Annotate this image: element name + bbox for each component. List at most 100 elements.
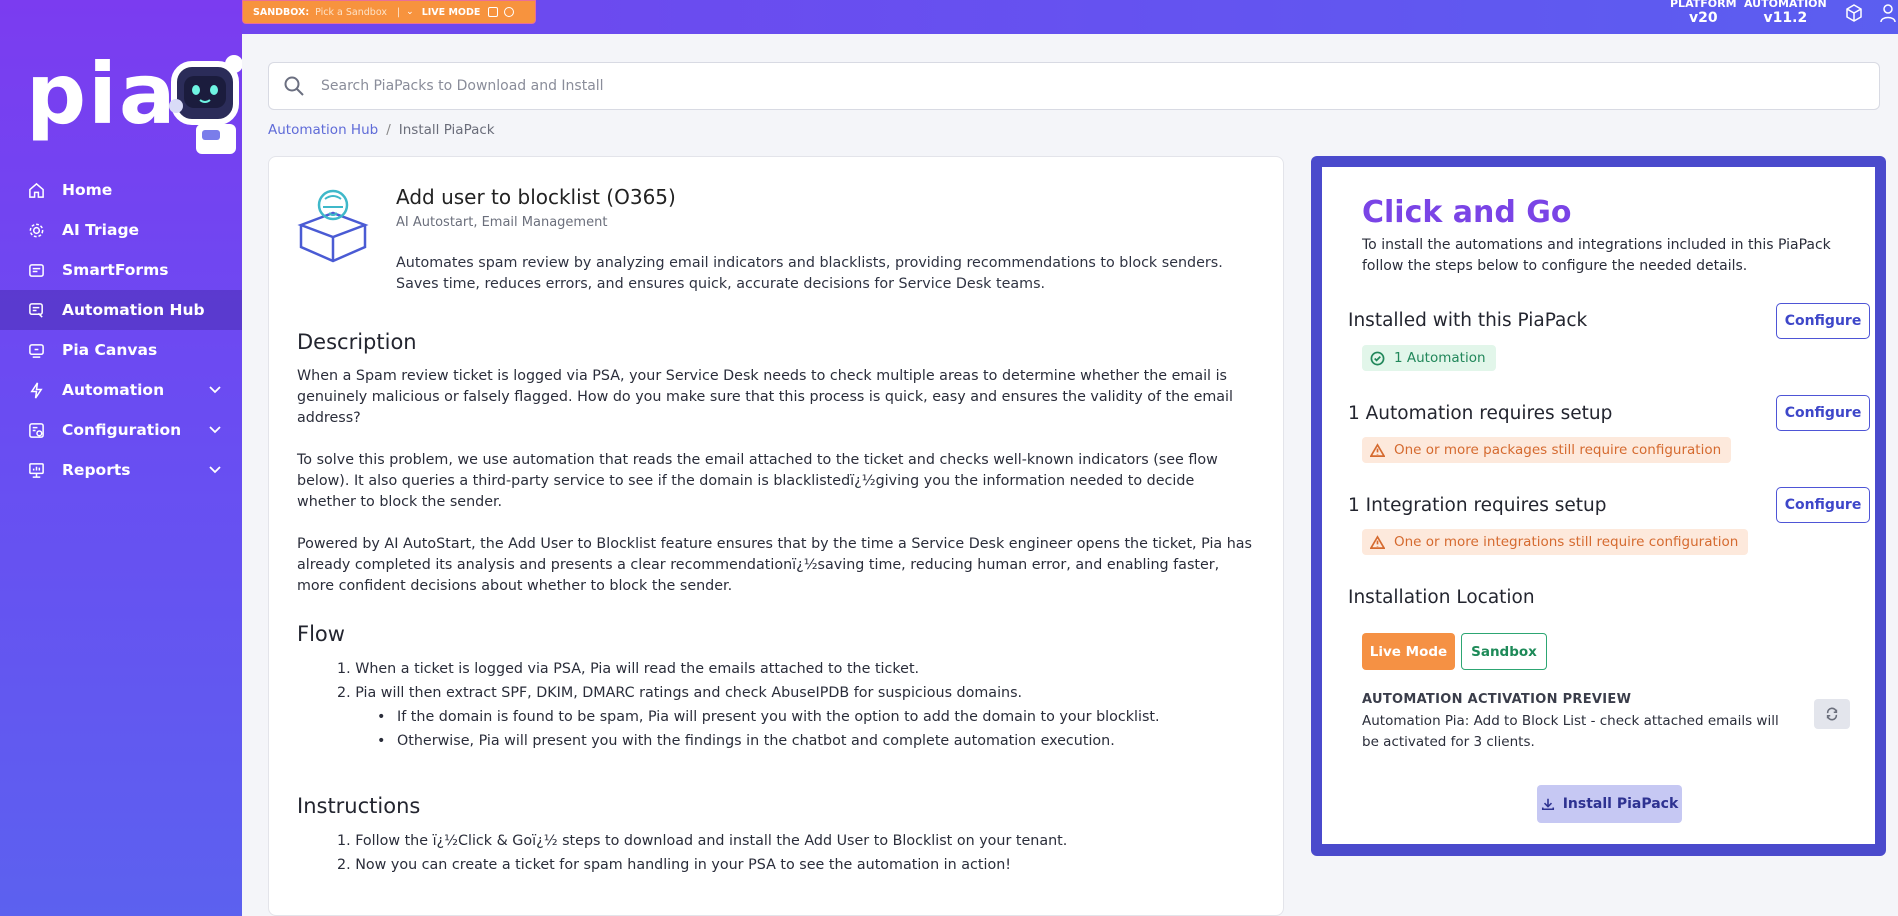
list-item: • Otherwise, Pia will present you with th…: [377, 733, 1115, 749]
chevron-down-icon[interactable]: [208, 422, 222, 436]
sidebar-item-smartforms[interactable]: SmartForms: [0, 250, 242, 290]
instruction-step: Follow the ï¿½Click & Goï¿½ steps to dow…: [355, 833, 1068, 849]
flow-step: When a ticket is logged via PSA, Pia wil…: [355, 661, 920, 677]
chevron-down-icon[interactable]: [208, 382, 222, 396]
list-item: 1. Follow the ï¿½Click & Goï¿½ steps to …: [337, 833, 1068, 849]
live-mode-label[interactable]: LIVE MODE: [422, 7, 481, 18]
chevron-down-icon[interactable]: ⌄: [406, 7, 414, 17]
instructions-list: 1. Follow the ï¿½Click & Goï¿½ steps to …: [337, 829, 1067, 877]
sidebar-item-home[interactable]: Home: [0, 170, 242, 210]
sidebar-item-label: AI Triage: [62, 221, 140, 239]
installation-location-heading: Installation Location: [1348, 587, 1535, 608]
pack-tags: AI Autostart, Email Management: [396, 215, 608, 230]
sidebar-item-reports[interactable]: Reports: [0, 450, 242, 490]
sidebar-item-label: Automation Hub: [62, 301, 205, 319]
home-icon: [27, 181, 45, 199]
flow-substep: Otherwise, Pia will present you with the…: [397, 733, 1115, 749]
flow-step: Pia will then extract SPF, DKIM, DMARC r…: [355, 685, 1023, 701]
description-paragraph: Powered by AI AutoStart, the Add User to…: [297, 536, 1253, 594]
breadcrumb-current: Install PiaPack: [398, 122, 495, 138]
status-badge: 1 Automation: [1362, 345, 1496, 371]
configure-integration-button[interactable]: Configure: [1776, 487, 1870, 523]
sidebar-item-automation[interactable]: Automation: [0, 370, 242, 410]
platform-version-number: v20: [1688, 10, 1718, 27]
gear-icon: [27, 221, 45, 239]
install-piapack-button[interactable]: Install PiaPack: [1537, 785, 1682, 823]
instruction-step: Now you can create a ticket for spam han…: [355, 857, 1011, 873]
sidebar-item-pia-canvas[interactable]: Pia Canvas: [0, 330, 242, 370]
sidebar-nav: Home AI Triage SmartForms Automation Hub…: [0, 170, 242, 490]
sidebar-item-label: Reports: [62, 461, 131, 479]
settings-icon[interactable]: [504, 7, 515, 17]
config-icon: [27, 421, 45, 439]
sidebar-item-label: SmartForms: [62, 261, 169, 279]
click-and-go-content: Click and Go To install the automations …: [1322, 167, 1875, 844]
window-icon[interactable]: [488, 7, 499, 17]
brain-box-icon: [295, 185, 371, 265]
breadcrumb-automation-hub[interactable]: Automation Hub: [268, 122, 378, 138]
badge-text: One or more integrations still require c…: [1394, 534, 1739, 550]
report-icon: [27, 461, 45, 479]
flow-list: 1. When a ticket is logged via PSA, Pia …: [337, 657, 1160, 753]
configure-automation-button[interactable]: Configure: [1776, 395, 1870, 431]
search-bar[interactable]: [268, 62, 1880, 110]
install-label: Install PiaPack: [1562, 796, 1679, 812]
pack-title: Add user to blocklist (O365): [396, 185, 676, 209]
warning-badge: One or more integrations still require c…: [1362, 529, 1749, 555]
configure-installed-button[interactable]: Configure: [1776, 303, 1870, 339]
click-and-go-title: Click and Go: [1362, 195, 1572, 230]
list-item: 2. Pia will then extract SPF, DKIM, DMAR…: [337, 685, 1023, 701]
hub-icon: [27, 301, 45, 319]
refresh-icon: [1826, 707, 1838, 721]
sandbox-pick[interactable]: Pick a Sandbox: [315, 7, 387, 18]
pia-logo[interactable]: pia: [26, 52, 178, 136]
top-bar: SANDBOX: Pick a Sandbox | ⌄ LIVE MODE PL…: [242, 0, 1898, 34]
sidebar-item-label: Home: [62, 181, 113, 199]
form-icon: [27, 261, 45, 279]
bolt-icon: [27, 381, 45, 399]
list-item: • If the domain is found to be spam, Pia …: [377, 709, 1160, 725]
check-circle-icon: [1370, 351, 1385, 365]
list-item: 1. When a ticket is logged via PSA, Pia …: [337, 661, 920, 677]
automation-version: AUTOMATION v11.2: [1744, 0, 1827, 27]
download-icon: [1541, 798, 1554, 811]
flow-heading: Flow: [297, 622, 345, 646]
user-icon[interactable]: [1878, 3, 1898, 23]
breadcrumb: Automation Hub / Install PiaPack: [268, 122, 495, 138]
description-paragraph: When a Spam review ticket is logged via …: [297, 368, 1233, 426]
pack-details-card: Add user to blocklist (O365) AI Autostar…: [268, 156, 1284, 916]
warning-icon: [1370, 442, 1385, 457]
sidebar-item-label: Pia Canvas: [62, 341, 158, 359]
sidebar-item-configuration[interactable]: Configuration: [0, 410, 242, 450]
flow-substep: If the domain is found to be spam, Pia w…: [397, 709, 1160, 725]
search-input[interactable]: [321, 78, 1879, 94]
click-and-go-subtitle: To install the automations and integrati…: [1362, 237, 1831, 274]
sandbox-selector[interactable]: SANDBOX: Pick a Sandbox | ⌄ LIVE MODE: [242, 0, 536, 24]
integration-setup-heading: 1 Integration requires setup: [1348, 495, 1607, 516]
instructions-heading: Instructions: [297, 794, 421, 818]
sidebar-item-label: Configuration: [62, 421, 182, 439]
chevron-down-icon[interactable]: [208, 462, 222, 476]
search-icon: [283, 75, 305, 97]
sidebar-item-ai-triage[interactable]: AI Triage: [0, 210, 242, 250]
warning-icon: [1370, 534, 1385, 549]
installed-heading: Installed with this PiaPack: [1348, 310, 1588, 331]
automation-setup-heading: 1 Automation requires setup: [1348, 403, 1613, 424]
sidebar-item-label: Automation: [62, 381, 165, 399]
refresh-button[interactable]: [1814, 699, 1850, 729]
sidebar-item-automation-hub[interactable]: Automation Hub: [0, 290, 242, 330]
automation-version-number: v11.2: [1763, 10, 1808, 27]
badge-text: 1 Automation: [1394, 350, 1486, 366]
platform-label: PLATFORM: [1670, 0, 1737, 10]
description-paragraph: To solve this problem, we use automation…: [297, 452, 1218, 510]
preview-heading: AUTOMATION ACTIVATION PREVIEW: [1362, 692, 1632, 707]
badge-text: One or more packages still require confi…: [1394, 442, 1722, 458]
pack-summary: Automates spam review by analyzing email…: [396, 255, 1223, 292]
click-and-go-panel: Click and Go To install the automations …: [1311, 156, 1886, 856]
live-mode-button[interactable]: Live Mode: [1362, 633, 1455, 670]
platform-version: PLATFORM v20: [1670, 0, 1737, 27]
cube-icon[interactable]: [1844, 3, 1864, 23]
canvas-icon: [27, 341, 45, 359]
divider: |: [396, 6, 401, 18]
sandbox-button[interactable]: Sandbox: [1461, 633, 1547, 670]
